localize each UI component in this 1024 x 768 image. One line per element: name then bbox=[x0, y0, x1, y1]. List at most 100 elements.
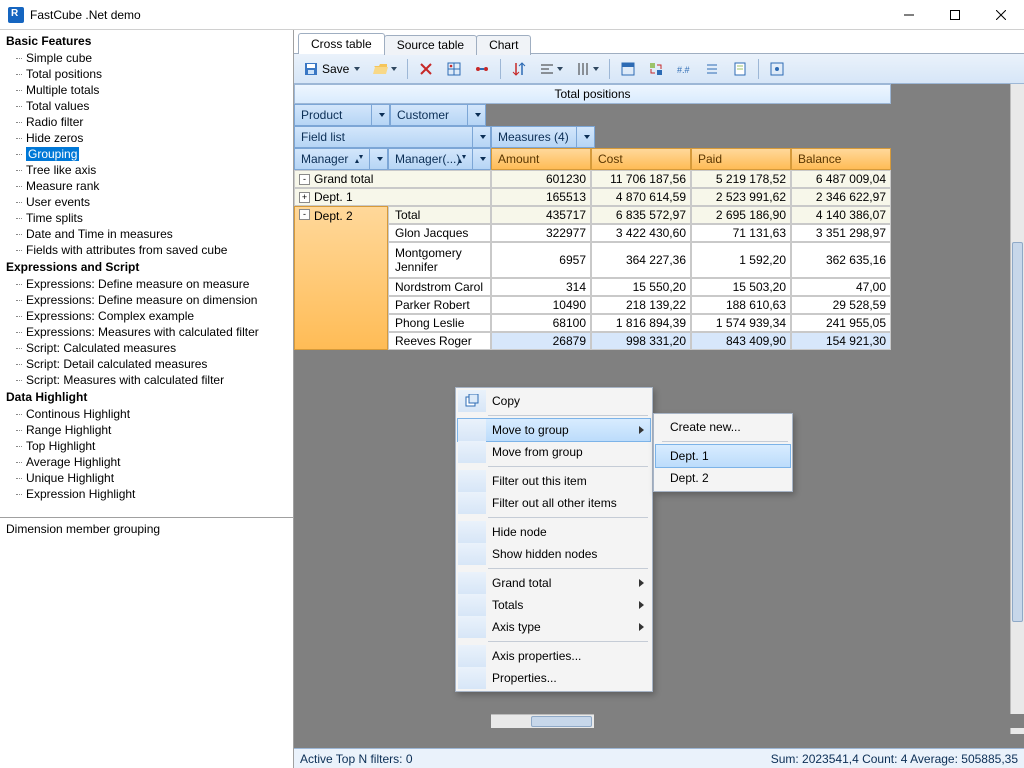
tree-item[interactable]: Script: Calculated measures bbox=[6, 340, 293, 356]
data-cell[interactable]: 15 503,20 bbox=[691, 278, 791, 296]
swap-icon[interactable] bbox=[644, 58, 668, 80]
maximize-button[interactable] bbox=[932, 0, 978, 30]
horizontal-scrollbar-sub[interactable] bbox=[491, 714, 594, 728]
data-cell[interactable]: 364 227,36 bbox=[591, 242, 691, 278]
columns-icon[interactable] bbox=[571, 58, 603, 80]
tree-item[interactable]: Time splits bbox=[6, 210, 293, 226]
data-cell[interactable]: 4 140 386,07 bbox=[791, 206, 891, 224]
data-cell[interactable]: 4 870 614,59 bbox=[591, 188, 691, 206]
collapse-icon[interactable]: - bbox=[299, 174, 310, 185]
tree-item[interactable]: Expressions: Define measure on measure bbox=[6, 276, 293, 292]
data-cell[interactable]: 11 706 187,56 bbox=[591, 170, 691, 188]
minimize-button[interactable] bbox=[886, 0, 932, 30]
context-submenu[interactable]: Create new...Dept. 1Dept. 2 bbox=[653, 413, 793, 492]
row-header[interactable]: -Dept. 2 bbox=[294, 206, 388, 350]
tree-group[interactable]: Data Highlight bbox=[6, 388, 293, 406]
measure-header[interactable]: Amount bbox=[491, 148, 591, 170]
collapse-icon[interactable]: - bbox=[299, 209, 310, 220]
data-cell[interactable]: 6 487 009,04 bbox=[791, 170, 891, 188]
data-cell[interactable]: 68100 bbox=[491, 314, 591, 332]
sort-icon[interactable] bbox=[507, 58, 531, 80]
tree-item[interactable]: Multiple totals bbox=[6, 82, 293, 98]
menu-item[interactable]: Grand total bbox=[458, 572, 650, 594]
vertical-scrollbar[interactable] bbox=[1010, 84, 1024, 734]
data-cell[interactable]: 10490 bbox=[491, 296, 591, 314]
tree-item[interactable]: Expressions: Measures with calculated fi… bbox=[6, 324, 293, 340]
tree-item[interactable]: Radio filter bbox=[6, 114, 293, 130]
doc-icon[interactable] bbox=[728, 58, 752, 80]
data-cell[interactable]: 435717 bbox=[491, 206, 591, 224]
chevron-down-icon[interactable] bbox=[472, 127, 490, 147]
tree-item[interactable]: Script: Measures with calculated filter bbox=[6, 372, 293, 388]
tab-source-table[interactable]: Source table bbox=[384, 35, 477, 55]
row-dim[interactable]: Manager(...) bbox=[388, 148, 491, 170]
tree-group[interactable]: Expressions and Script bbox=[6, 258, 293, 276]
field-list-button[interactable]: Field list bbox=[294, 126, 491, 148]
menu-item[interactable]: Axis type bbox=[458, 616, 650, 638]
menu-item[interactable]: Move to group bbox=[458, 419, 650, 441]
grid-icon[interactable] bbox=[442, 58, 466, 80]
data-cell[interactable]: 188 610,63 bbox=[691, 296, 791, 314]
tree-item[interactable]: Top Highlight bbox=[6, 438, 293, 454]
save-button[interactable]: Save bbox=[298, 58, 365, 80]
tree-item[interactable]: Fields with attributes from saved cube bbox=[6, 242, 293, 258]
data-cell[interactable]: 2 346 622,97 bbox=[791, 188, 891, 206]
data-cell[interactable]: 5 219 178,52 bbox=[691, 170, 791, 188]
tree-item[interactable]: Hide zeros bbox=[6, 130, 293, 146]
data-cell[interactable]: 218 139,22 bbox=[591, 296, 691, 314]
settings-icon[interactable] bbox=[765, 58, 789, 80]
chevron-down-icon[interactable] bbox=[472, 149, 490, 169]
tree-item[interactable]: Expression Highlight bbox=[6, 486, 293, 502]
close-button[interactable] bbox=[978, 0, 1024, 30]
open-button[interactable] bbox=[369, 58, 401, 80]
tree-item[interactable]: Total positions bbox=[6, 66, 293, 82]
row-header[interactable]: Montgomery Jennifer bbox=[388, 242, 491, 278]
data-cell[interactable]: 29 528,59 bbox=[791, 296, 891, 314]
data-cell[interactable]: 2 523 991,62 bbox=[691, 188, 791, 206]
data-cell[interactable]: 6957 bbox=[491, 242, 591, 278]
tree-item[interactable]: Average Highlight bbox=[6, 454, 293, 470]
data-cell[interactable]: 322977 bbox=[491, 224, 591, 242]
data-cell[interactable]: 362 635,16 bbox=[791, 242, 891, 278]
data-cell[interactable]: 6 835 572,97 bbox=[591, 206, 691, 224]
tree-item[interactable]: Tree like axis bbox=[6, 162, 293, 178]
col-dim[interactable]: Product bbox=[294, 104, 390, 126]
tree-item[interactable]: Continous Highlight bbox=[6, 406, 293, 422]
data-cell[interactable]: 241 955,05 bbox=[791, 314, 891, 332]
tree-group[interactable]: Basic Features bbox=[6, 32, 293, 50]
highlight-icon[interactable] bbox=[616, 58, 640, 80]
menu-item[interactable]: Hide node bbox=[458, 521, 650, 543]
link-icon[interactable] bbox=[470, 58, 494, 80]
row-dim[interactable]: Manager bbox=[294, 148, 388, 170]
data-cell[interactable]: 3 422 430,60 bbox=[591, 224, 691, 242]
measures-button[interactable]: Measures (4) bbox=[491, 126, 595, 148]
chevron-down-icon[interactable] bbox=[576, 127, 594, 147]
tree-item[interactable]: User events bbox=[6, 194, 293, 210]
tree-item[interactable]: Total values bbox=[6, 98, 293, 114]
tab-chart[interactable]: Chart bbox=[476, 35, 531, 55]
tree-item[interactable]: Expressions: Define measure on dimension bbox=[6, 292, 293, 308]
row-header[interactable]: Phong Leslie bbox=[388, 314, 491, 332]
tree-item[interactable]: Grouping bbox=[6, 146, 293, 162]
data-cell[interactable]: 26879 bbox=[491, 332, 591, 350]
tree-item[interactable]: Unique Highlight bbox=[6, 470, 293, 486]
row-header[interactable]: Glon Jacques bbox=[388, 224, 491, 242]
format-icon[interactable]: #.# bbox=[672, 58, 696, 80]
row-header[interactable]: Nordstrom Carol bbox=[388, 278, 491, 296]
row-header[interactable]: +Dept. 1 bbox=[294, 188, 491, 206]
chevron-down-icon[interactable] bbox=[369, 149, 387, 169]
tab-cross-table[interactable]: Cross table bbox=[298, 33, 385, 54]
row-header[interactable]: Reeves Roger bbox=[388, 332, 491, 350]
align-left-icon[interactable] bbox=[535, 58, 567, 80]
menu-item[interactable]: Dept. 2 bbox=[656, 467, 790, 489]
row-header[interactable]: Parker Robert bbox=[388, 296, 491, 314]
data-cell[interactable]: 843 409,90 bbox=[691, 332, 791, 350]
list-icon[interactable] bbox=[700, 58, 724, 80]
menu-item[interactable]: Show hidden nodes bbox=[458, 543, 650, 565]
tree-item[interactable]: Script: Detail calculated measures bbox=[6, 356, 293, 372]
menu-item[interactable]: Copy bbox=[458, 390, 650, 412]
tree-item[interactable]: Range Highlight bbox=[6, 422, 293, 438]
tree-item[interactable]: Date and Time in measures bbox=[6, 226, 293, 242]
col-dim[interactable]: Customer bbox=[390, 104, 486, 126]
delete-button[interactable] bbox=[414, 58, 438, 80]
